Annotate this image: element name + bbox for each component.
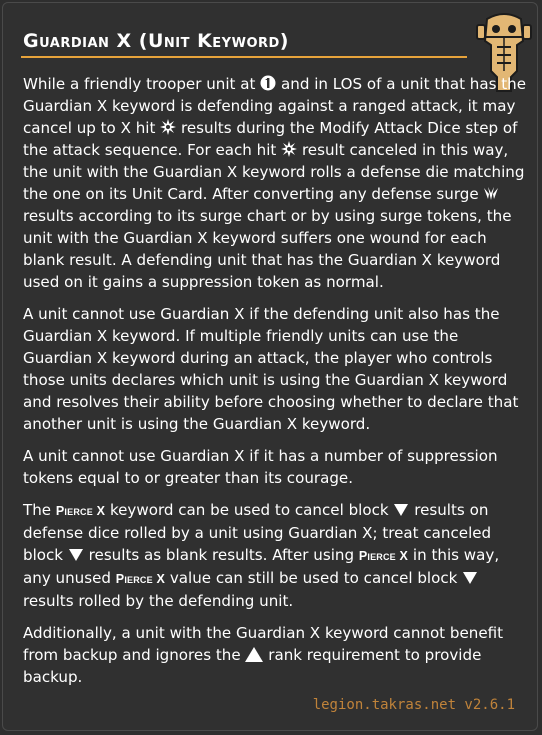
defense-surge-icon bbox=[484, 187, 499, 200]
site-version-label: legion.takras.net v2.6.1 bbox=[312, 697, 515, 713]
paragraph-5: Additionally, a unit with the Guardian X… bbox=[23, 624, 504, 686]
block-icon bbox=[68, 549, 83, 561]
pierce-keyword: Pierce X bbox=[358, 549, 409, 563]
block-icon bbox=[394, 504, 409, 516]
paragraph-3: A unit cannot use Guardian X if it has a… bbox=[23, 447, 498, 487]
hit-icon bbox=[281, 141, 298, 157]
paragraph-1: While a friendly trooper unit at and in … bbox=[23, 75, 527, 291]
pierce-keyword: Pierce X bbox=[115, 572, 166, 586]
paragraph-4: The Pierce X keyword can be used to canc… bbox=[23, 501, 500, 610]
pierce-keyword: Pierce X bbox=[55, 504, 106, 518]
keyword-description: While a friendly trooper unit at and in … bbox=[23, 73, 528, 698]
title-divider bbox=[21, 56, 467, 58]
hit-icon bbox=[160, 119, 177, 135]
block-icon bbox=[463, 572, 478, 584]
paragraph-2: A unit cannot use Guardian X if the defe… bbox=[23, 305, 519, 433]
rank-triangle-icon bbox=[245, 647, 264, 662]
range-1-icon bbox=[260, 75, 276, 91]
keyword-card: Guardian X (Unit Keyword) While a friend… bbox=[2, 2, 538, 731]
keyword-title: Guardian X (Unit Keyword) bbox=[23, 30, 289, 52]
